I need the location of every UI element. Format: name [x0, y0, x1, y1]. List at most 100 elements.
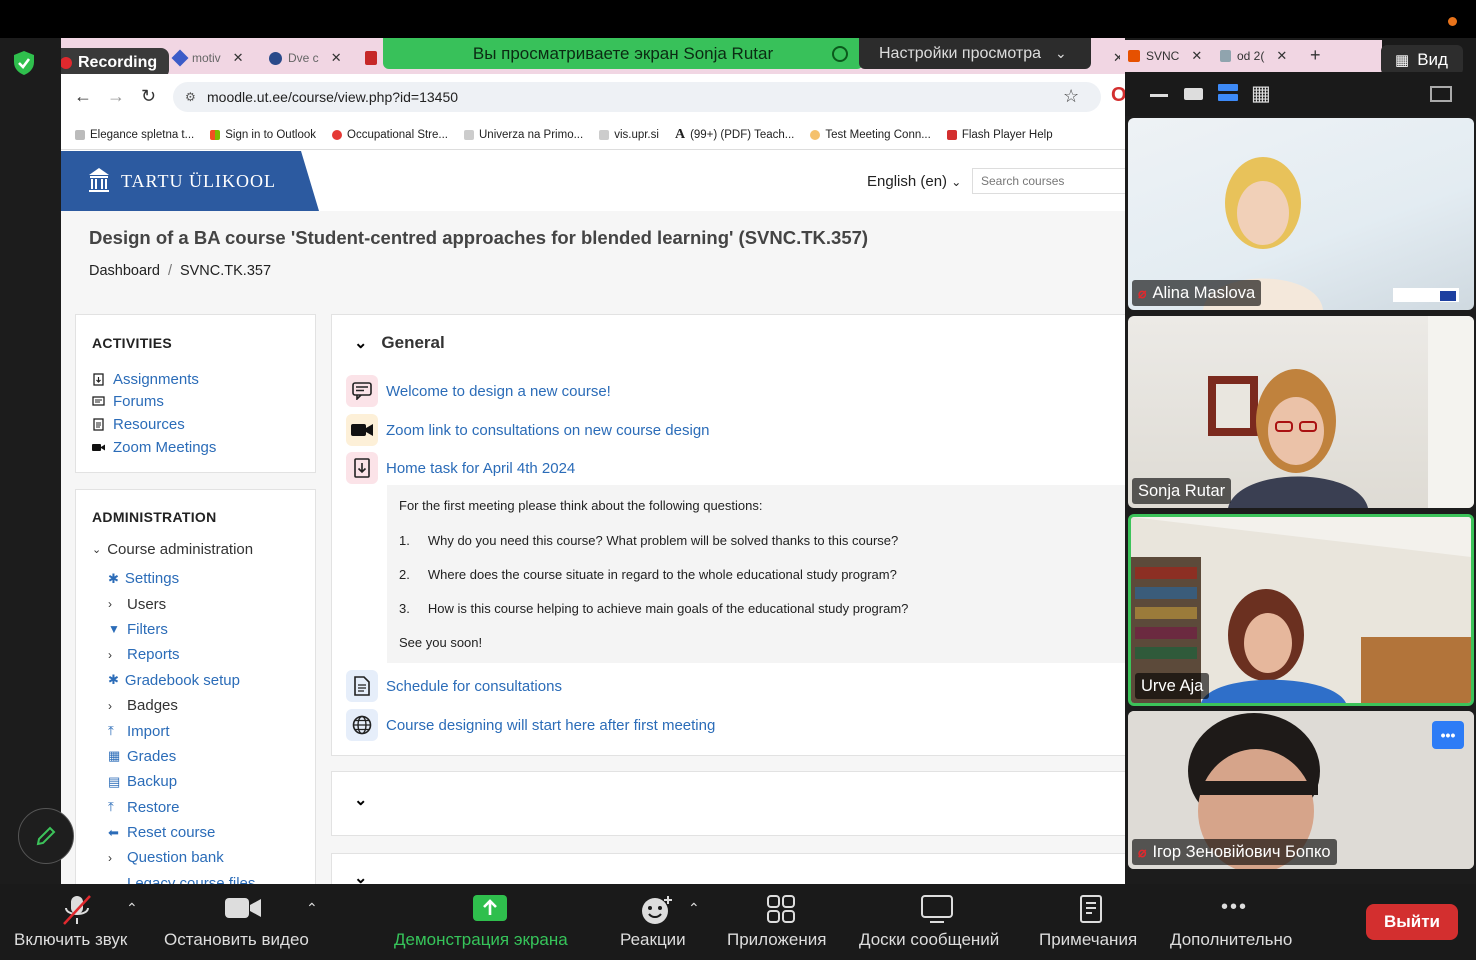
module-home-task[interactable]: Home task for April 4th 2024 — [346, 452, 575, 484]
unmute-button[interactable]: Включить звук — [14, 930, 127, 950]
reactions-button[interactable]: Реакции — [620, 930, 686, 950]
share-screen-icon[interactable] — [472, 894, 508, 922]
admin-restore[interactable]: ⤒ Restore — [108, 795, 255, 820]
admin-backup[interactable]: ▤ Backup — [108, 769, 255, 794]
admin-settings[interactable]: ✱ Settings — [108, 566, 255, 591]
assignment-icon — [346, 452, 378, 484]
admin-gradebook-setup[interactable]: ✱ Gradebook setup — [108, 668, 255, 693]
breadcrumb-course[interactable]: SVNC.TK.357 — [180, 263, 271, 279]
reactions-icon[interactable] — [640, 894, 676, 926]
whiteboard-icon[interactable] — [920, 894, 954, 924]
stop-video-button[interactable]: Остановить видео — [164, 930, 309, 950]
apps-icon[interactable] — [766, 894, 796, 924]
activity-assignments[interactable]: Assignments — [92, 368, 216, 391]
chevron-right-icon: › — [108, 850, 112, 865]
audio-options-chevron-icon[interactable]: ⌃ — [126, 900, 138, 917]
admin-legacy-files[interactable]: ▬ Legacy course files — [108, 871, 255, 884]
search-courses-input[interactable]: Search courses — [972, 168, 1125, 194]
admin-reset-course[interactable]: ⬅ Reset course — [108, 820, 255, 845]
admin-badges[interactable]: › Badges — [108, 693, 255, 718]
module-schedule[interactable]: Schedule for consultations — [346, 670, 562, 702]
annotate-button[interactable] — [18, 808, 74, 864]
tab-close-icon[interactable]: ✕ — [1191, 48, 1202, 64]
admin-import[interactable]: ⤒ Import — [108, 718, 255, 743]
participant-tile[interactable]: Sonja Rutar — [1128, 316, 1474, 508]
general-section-toggle[interactable]: ⌄ General — [354, 333, 445, 353]
gallery-view-icon[interactable]: ▦ — [1251, 81, 1271, 106]
participant-tile[interactable]: ⌀ Alina Maslova — [1128, 118, 1474, 310]
site-settings-icon[interactable]: ⚙ — [185, 90, 196, 104]
new-tab-icon[interactable]: + — [1310, 45, 1321, 66]
module-welcome[interactable]: Welcome to design a new course! — [346, 375, 611, 407]
notes-icon[interactable] — [1078, 894, 1106, 926]
muted-microphone-icon: ⌀ — [1138, 843, 1147, 860]
share-status-icon[interactable] — [832, 46, 848, 62]
page-title: Design of a BA course 'Student-centred a… — [89, 227, 869, 248]
participant-tile-active[interactable]: Urve Aja — [1128, 514, 1474, 706]
admin-grades[interactable]: ▦ Grades — [108, 744, 255, 769]
tab-favicon-icon — [269, 51, 282, 65]
tab-close-icon[interactable]: ✕ — [1276, 48, 1287, 64]
module-course-designing[interactable]: Course designing will start here after f… — [346, 709, 715, 741]
bookmark-star-icon[interactable]: ☆ — [1063, 86, 1079, 107]
reactions-chevron-icon[interactable]: ⌃ — [688, 900, 700, 917]
bookmark-item[interactable]: vis.upr.si — [599, 129, 659, 141]
pop-out-icon[interactable] — [1430, 86, 1452, 102]
whiteboards-button[interactable]: Доски сообщений — [859, 930, 999, 950]
tab-close-icon[interactable]: ✕ — [331, 50, 342, 66]
bookmark-item[interactable]: A (99+) (PDF) Teach... — [675, 127, 794, 143]
more-button[interactable]: Дополнительно — [1170, 930, 1292, 950]
bookmark-item[interactable]: Occupational Stre... — [332, 129, 448, 141]
bookmark-item[interactable]: Flash Player Help — [946, 129, 1053, 141]
opera-icon[interactable]: O — [1111, 84, 1125, 107]
language-selector[interactable]: English (en) ⌄ — [867, 173, 961, 190]
back-arrow-icon[interactable]: ← — [74, 86, 92, 107]
more-dots-icon[interactable]: ••• — [1221, 896, 1248, 919]
activity-forums[interactable]: Forums — [92, 391, 216, 414]
browser-tab[interactable]: od 2( ✕ — [1212, 43, 1295, 69]
bookmark-item[interactable]: Sign in to Outlook — [210, 129, 316, 141]
activity-zoom-meetings[interactable]: Zoom Meetings — [92, 436, 216, 459]
activity-resources[interactable]: Resources — [92, 413, 216, 436]
browser-tab[interactable]: Dve c ✕ — [261, 44, 350, 72]
browser-tab[interactable]: SVNC ✕ — [1120, 43, 1210, 69]
tab-label: od 2( — [1237, 49, 1265, 63]
address-bar[interactable]: moodle.ut.ee/course/view.php?id=13450 — [173, 82, 1101, 112]
participant-tile[interactable]: ••• ⌀ Ігор Зеновійович Бопко — [1128, 711, 1474, 869]
admin-reports[interactable]: › Reports — [108, 642, 255, 667]
bookmark-item[interactable]: Elegance spletna t... — [75, 129, 194, 141]
breadcrumb-dashboard[interactable]: Dashboard — [89, 263, 160, 279]
module-zoom-link[interactable]: Zoom link to consultations on new course… — [346, 414, 710, 446]
minimize-icon[interactable] — [1150, 94, 1168, 97]
tab-close-icon[interactable]: ✕ — [233, 50, 244, 66]
single-view-icon[interactable] — [1184, 88, 1203, 100]
leave-meeting-button[interactable]: Выйти — [1366, 904, 1458, 940]
browser-tab[interactable] — [357, 44, 385, 72]
grid-view-icon: ▦ — [1395, 52, 1410, 69]
view-button-label: Вид — [1417, 50, 1448, 69]
video-camera-icon[interactable] — [224, 894, 262, 922]
view-button[interactable]: ▦ Вид — [1381, 45, 1463, 75]
video-options-chevron-icon[interactable]: ⌃ — [306, 900, 318, 917]
muted-microphone-icon[interactable] — [60, 894, 94, 926]
view-settings-button[interactable]: Настройки просмотра ⌄ — [859, 38, 1091, 69]
tab-favicon-icon — [171, 49, 189, 67]
course-administration-toggle[interactable]: ⌄ Course administration — [92, 541, 253, 558]
admin-question-bank[interactable]: › Question bank — [108, 845, 255, 870]
admin-users[interactable]: › Users — [108, 591, 255, 616]
stack-view-icon[interactable] — [1218, 84, 1238, 91]
share-screen-button[interactable]: Демонстрация экрана — [394, 930, 568, 950]
apps-button[interactable]: Приложения — [727, 930, 826, 950]
chevron-down-icon[interactable]: ⌄ — [354, 790, 367, 810]
admin-filters[interactable]: ▼ Filters — [108, 617, 255, 642]
security-shield-icon[interactable] — [12, 50, 36, 76]
chevron-down-icon: ⌄ — [1055, 45, 1067, 61]
chevron-down-icon[interactable]: ⌄ — [354, 868, 367, 884]
bookmark-item[interactable]: Univerza na Primo... — [464, 129, 583, 141]
bookmark-item[interactable]: Test Meeting Conn... — [810, 129, 931, 141]
notes-button[interactable]: Примечания — [1039, 930, 1137, 950]
forward-arrow-icon[interactable]: → — [107, 86, 125, 107]
reload-icon[interactable]: ↻ — [141, 86, 156, 107]
browser-tab[interactable]: motiv ✕ — [166, 44, 252, 72]
more-options-icon[interactable]: ••• — [1432, 721, 1464, 749]
